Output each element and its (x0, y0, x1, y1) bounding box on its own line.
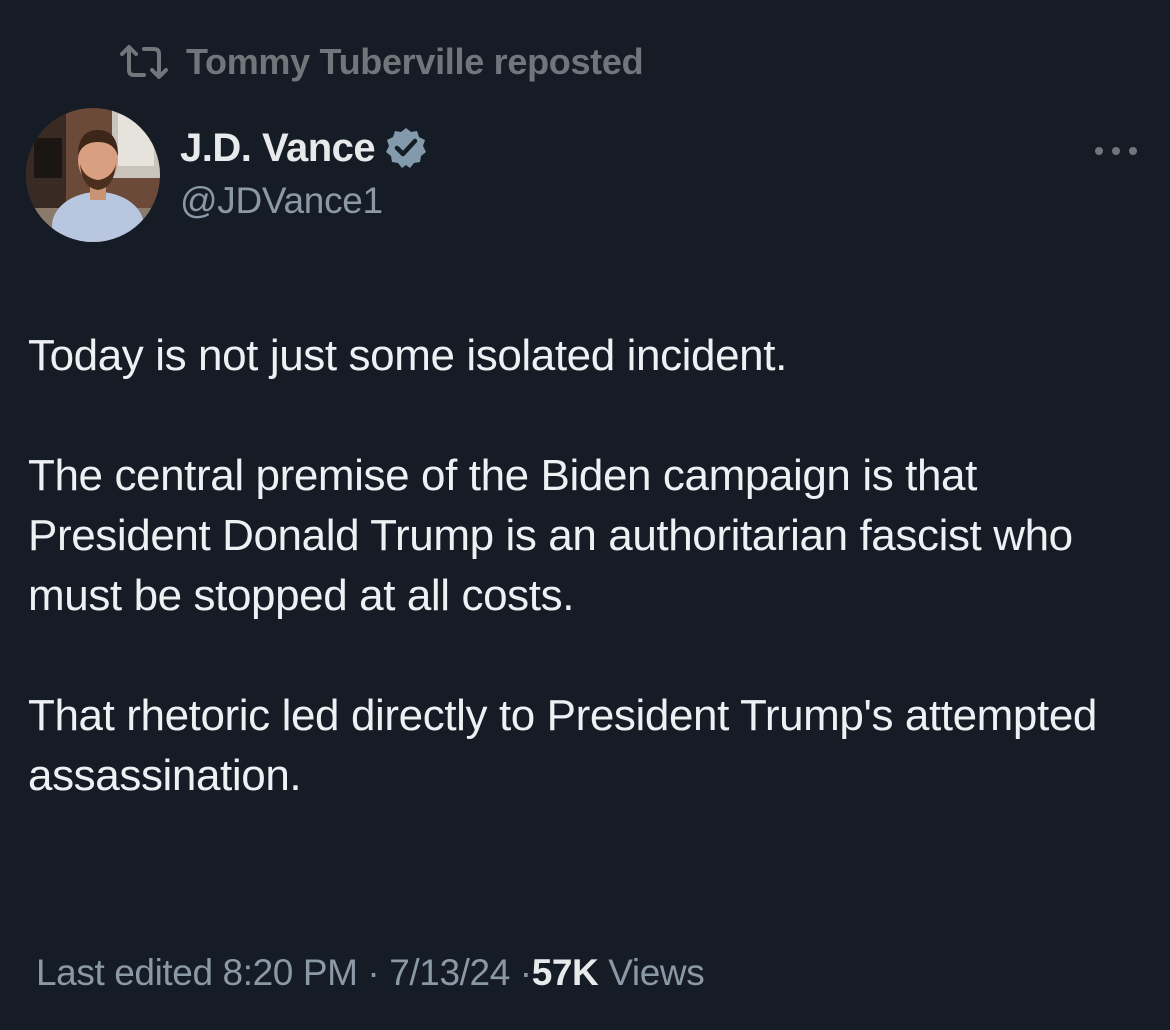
repost-icon (118, 40, 170, 84)
name-row: J.D. Vance (180, 122, 429, 174)
timestamp-date[interactable]: 7/13/24 (389, 952, 510, 993)
tweet[interactable]: Tommy Tuberville reposted J.D. Vance @JD… (0, 0, 1170, 1030)
author-block[interactable]: J.D. Vance @JDVance1 (180, 122, 429, 222)
tweet-paragraph: The central premise of the Biden campaig… (28, 451, 1073, 620)
meta-separator: · (367, 952, 380, 993)
tweet-meta: Last edited 8:20 PM · 7/13/24 ·57K Views (36, 952, 705, 994)
more-options-icon[interactable] (1090, 136, 1142, 166)
views-count[interactable]: 57K (532, 952, 599, 993)
handle[interactable]: @JDVance1 (180, 180, 429, 222)
verified-badge-icon (383, 125, 429, 171)
timestamp-time[interactable]: 8:20 PM (223, 952, 358, 993)
avatar[interactable] (26, 108, 160, 242)
repost-text: Tommy Tuberville reposted (186, 41, 644, 82)
repost-header[interactable]: Tommy Tuberville reposted (118, 40, 644, 84)
meta-separator: · (519, 952, 532, 993)
display-name[interactable]: J.D. Vance (180, 126, 376, 171)
tweet-paragraph: Today is not just some isolated incident… (28, 331, 787, 380)
tweet-text: Today is not just some isolated incident… (28, 326, 1148, 806)
views-label[interactable]: Views (608, 952, 704, 993)
edited-label[interactable]: Last edited (36, 952, 213, 993)
tweet-paragraph: That rhetoric led directly to President … (28, 691, 1097, 800)
